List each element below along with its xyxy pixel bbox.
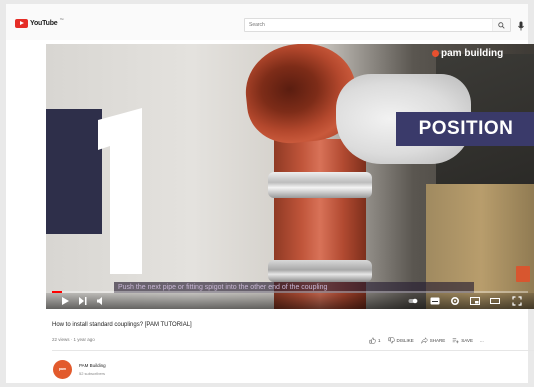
- position-overlay: POSITION: [396, 112, 534, 146]
- channel-avatar[interactable]: pam: [53, 360, 72, 379]
- next-icon[interactable]: [78, 296, 88, 306]
- youtube-logo[interactable]: YouTube ™: [15, 17, 64, 28]
- pipe-coupling-lower: [268, 260, 372, 282]
- pipe-coupling-upper: [268, 172, 372, 198]
- save-label: SAVE: [461, 338, 473, 343]
- brand-watermark: pam building: [432, 48, 503, 59]
- save-playlist-icon: [452, 338, 459, 344]
- search-box: [244, 18, 511, 32]
- like-count: 1: [378, 338, 381, 343]
- youtube-play-icon: [15, 19, 28, 28]
- subscriber-count: 52 subscribers: [79, 371, 106, 376]
- video-meta: 22 views · 1 year ago: [52, 337, 95, 342]
- corner-brand-badge: [516, 266, 530, 282]
- brand-text: pam building: [441, 48, 504, 59]
- fullscreen-icon[interactable]: [512, 296, 522, 306]
- search-icon: [498, 21, 505, 29]
- channel-name[interactable]: PAM Building: [79, 363, 106, 368]
- video-player[interactable]: 1 pam building POSITION Push the next pi…: [46, 44, 534, 309]
- more-icon: ...: [479, 338, 484, 343]
- action-bar: 1 DISLIKE SHARE SAVE ...: [369, 337, 484, 344]
- brand-logo-icon: [432, 50, 439, 57]
- volume-icon[interactable]: [96, 296, 106, 306]
- share-button[interactable]: SHARE: [421, 337, 446, 344]
- like-button[interactable]: 1: [369, 337, 381, 344]
- play-icon[interactable]: [60, 296, 70, 306]
- divider: [52, 350, 534, 351]
- thumbs-down-icon: [387, 337, 395, 344]
- youtube-logo-trademark: ™: [59, 17, 64, 22]
- theater-mode-icon[interactable]: [490, 296, 500, 306]
- dislike-button[interactable]: DISLIKE: [387, 337, 414, 344]
- dislike-label: DISLIKE: [396, 338, 414, 343]
- thumbs-up-icon: [369, 337, 376, 344]
- step-numeral-graphic: [98, 108, 142, 274]
- miniplayer-icon[interactable]: [470, 296, 480, 306]
- channel-avatar-text: pam: [58, 367, 67, 371]
- save-button[interactable]: SAVE: [452, 337, 473, 344]
- player-controls: [46, 293, 534, 309]
- share-icon: [421, 337, 428, 344]
- share-label: SHARE: [429, 338, 446, 343]
- autoplay-toggle-icon[interactable]: [408, 296, 418, 306]
- subtitles-icon[interactable]: [430, 296, 440, 306]
- youtube-page: YouTube ™ 1: [6, 4, 534, 383]
- search-input[interactable]: [245, 19, 492, 31]
- position-label: POSITION: [418, 118, 514, 139]
- masthead: YouTube ™: [6, 4, 528, 40]
- more-actions-button[interactable]: ...: [480, 338, 484, 343]
- search-button[interactable]: [492, 19, 510, 31]
- microphone-icon[interactable]: [518, 21, 524, 31]
- youtube-logo-text: YouTube: [30, 20, 58, 27]
- video-title: How to install standard couplings? [PAM …: [52, 322, 192, 328]
- settings-gear-icon[interactable]: [450, 296, 460, 306]
